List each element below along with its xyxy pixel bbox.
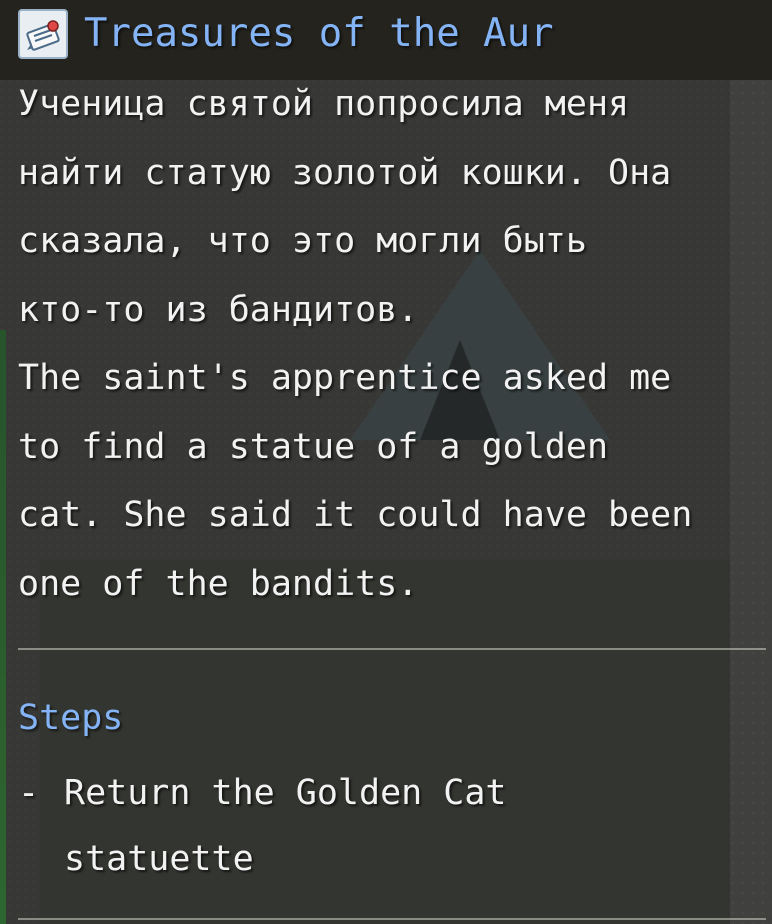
- quest-log-window: Treasures of the Aur Ученица святой попр…: [0, 0, 772, 924]
- step-line: Return the Golden Cat: [64, 773, 507, 813]
- description-line: cat. She said it could have been: [18, 495, 693, 535]
- step-bullet: -: [18, 773, 40, 813]
- section-divider: [18, 918, 766, 920]
- step-line: statuette: [64, 839, 254, 879]
- description-line: to find a statue of a golden: [18, 426, 609, 467]
- description-line: one of the bandits.: [18, 563, 419, 604]
- game-scene: Treasures of the Aur Ученица святой попр…: [0, 0, 772, 924]
- section-divider: [18, 648, 766, 650]
- description-line: кто-то из бандитов.: [18, 289, 419, 330]
- quest-title-row: Treasures of the Aur: [18, 8, 554, 60]
- steps-heading: Steps: [18, 698, 124, 738]
- quest-description: Ученица святой попросила меня найти стат…: [18, 70, 758, 618]
- quest-scroll-icon: [18, 9, 68, 59]
- step-text: Return the Golden Cat statuette: [64, 760, 724, 892]
- quest-title: Treasures of the Aur: [84, 11, 554, 56]
- description-line: Ученица святой попросила меня: [18, 84, 630, 124]
- description-line: найти статую золотой кошки. Она: [18, 152, 672, 193]
- description-line: сказала, что это могли быть: [18, 221, 587, 261]
- description-line: The saint's apprentice asked me: [18, 358, 672, 398]
